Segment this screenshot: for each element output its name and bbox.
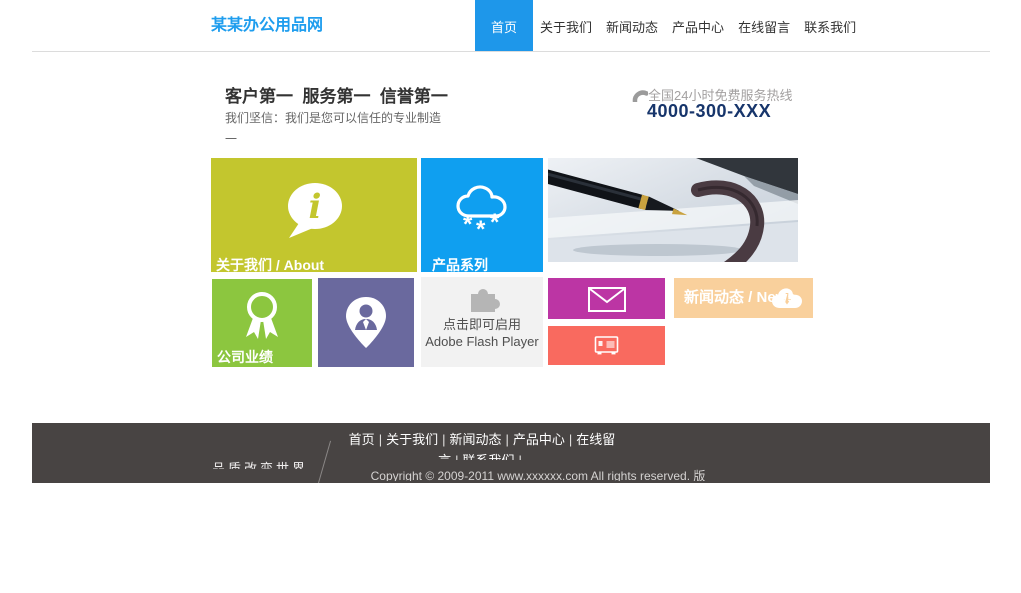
tile-about-us[interactable]: i 关于我们 / About us: [211, 158, 417, 272]
nav-item-contact[interactable]: 联系我们: [797, 0, 863, 52]
svg-text:*: *: [476, 216, 486, 240]
svg-text:*: *: [490, 209, 500, 236]
footer-copyright: Copyright © 2009-2011 www.xxxxxx.com All…: [59, 469, 990, 481]
tile-message[interactable]: [548, 278, 665, 319]
info-speech-bubble-icon: i: [282, 180, 346, 245]
header-divider: [32, 51, 990, 52]
footer-slogan: 品质改变世界: [212, 458, 308, 469]
award-ribbon-icon: [238, 290, 286, 347]
footer-link-news[interactable]: 新闻动态: [449, 432, 501, 447]
main-nav: 首页 关于我们 新闻动态 产品中心 在线留言 联系我们: [475, 0, 863, 52]
puzzle-piece-icon: [463, 280, 501, 319]
nav-item-about[interactable]: 关于我们: [533, 0, 599, 52]
hero-subheading: 我们坚信：我们是您可以信任的专业制造一: [225, 108, 447, 150]
tile-news-label: 新闻动态 / News: [684, 278, 796, 318]
map-pin-person-icon: [343, 296, 389, 355]
site-logo[interactable]: 某某办公用品网: [211, 0, 323, 52]
tile-flash-placeholder[interactable]: 点击即可启用 Adobe Flash Player: [421, 277, 543, 367]
tile-news[interactable]: 新闻动态 / News: [674, 278, 813, 318]
tile-contact-card[interactable]: [548, 326, 665, 365]
footer-copyright-wrap: Copyright © 2009-2011 www.xxxxxx.com All…: [59, 469, 990, 481]
hotline-number: 4000-300-XXX: [647, 101, 771, 122]
tile-achievements-label: 公司业绩: [217, 347, 273, 368]
footer-separator: |: [502, 432, 513, 447]
footer-links: 首页|关于我们|新闻动态|产品中心|在线留言|联系我们|: [342, 429, 622, 460]
footer-link-contact[interactable]: 联系我们: [463, 453, 515, 460]
footer: 首页|关于我们|新闻动态|产品中心|在线留言|联系我们| 品质改变世界 Copy…: [32, 423, 990, 483]
footer-link-home[interactable]: 首页: [349, 432, 375, 447]
tile-location[interactable]: [318, 278, 414, 367]
footer-separator: |: [565, 432, 576, 447]
footer-link-about[interactable]: 关于我们: [386, 432, 438, 447]
photo-pen-on-paper: [548, 158, 798, 262]
snow-cloud-icon: * * *: [453, 182, 511, 245]
id-card-icon: [594, 336, 619, 361]
page: 某某办公用品网 首页 关于我们 新闻动态 产品中心 在线留言 联系我们 客户第一…: [0, 0, 1021, 593]
svg-text:*: *: [463, 211, 473, 238]
nav-item-news[interactable]: 新闻动态: [599, 0, 665, 52]
tile-company-achievements[interactable]: 公司业绩: [212, 279, 312, 367]
tile-product-series[interactable]: * * * 产品系列 / Product series: [421, 158, 543, 272]
nav-item-message[interactable]: 在线留言: [731, 0, 797, 52]
flash-placeholder-text: 点击即可启用 Adobe Flash Player: [421, 316, 543, 350]
hero-heading: 客户第一 服务第一 信誉第一: [225, 82, 448, 107]
phone-receiver-icon: [630, 86, 648, 107]
footer-separator: |: [438, 432, 449, 447]
nav-item-home[interactable]: 首页: [475, 0, 533, 52]
footer-separator: |: [451, 453, 462, 460]
footer-slogan-wrap: 品质改变世界: [212, 458, 308, 469]
nav-item-products[interactable]: 产品中心: [665, 0, 731, 52]
footer-link-products[interactable]: 产品中心: [513, 432, 565, 447]
footer-separator: |: [515, 453, 526, 460]
svg-text:i: i: [309, 187, 322, 227]
envelope-icon: [587, 286, 627, 318]
footer-separator: |: [375, 432, 386, 447]
header: 某某办公用品网 首页 关于我们 新闻动态 产品中心 在线留言 联系我们: [0, 0, 1021, 52]
